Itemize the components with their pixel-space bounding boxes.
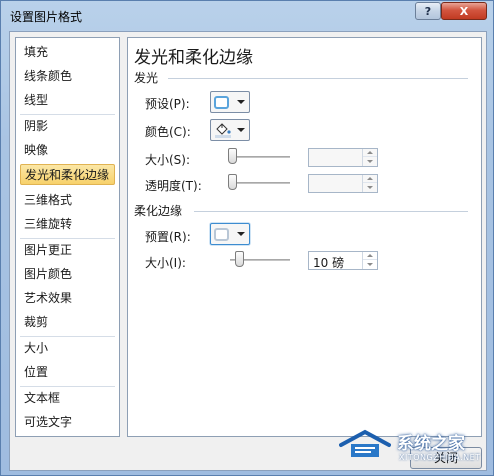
glow-size-label: 大小(S): bbox=[145, 153, 191, 167]
spin-up-button[interactable] bbox=[363, 252, 377, 260]
soft-edges-section-heading: 柔化边缘 bbox=[134, 204, 183, 218]
glow-preset-label: 预设(P): bbox=[145, 97, 190, 111]
format-picture-dialog: 设置图片格式 ? X 填充 线条颜色 线型 阴影 映像 发光和柔化边缘 三维格式… bbox=[0, 0, 494, 476]
dialog-client-area: 填充 线条颜色 线型 阴影 映像 发光和柔化边缘 三维格式 三维旋转 图片更正 … bbox=[9, 31, 487, 471]
spin-up-button[interactable] bbox=[363, 149, 377, 157]
arrow-down-icon bbox=[367, 262, 373, 266]
nav-divider bbox=[20, 336, 115, 337]
spin-down-button[interactable] bbox=[363, 183, 377, 191]
spin-buttons bbox=[362, 149, 377, 166]
glow-size-slider-handle[interactable] bbox=[228, 148, 237, 164]
site-watermark: 系统之家 XITONGZHIJIA.NET bbox=[331, 421, 491, 473]
nav-divider bbox=[20, 238, 115, 239]
soft-edges-size-spinbox[interactable]: 10 磅 bbox=[308, 251, 378, 270]
glow-transparency-slider-track[interactable] bbox=[230, 182, 290, 184]
glow-size-spinbox[interactable] bbox=[308, 148, 378, 167]
paint-bucket-icon bbox=[215, 123, 231, 138]
nav-item-position[interactable]: 位置 bbox=[20, 362, 115, 383]
watermark-url: XITONGZHIJIA.NET bbox=[399, 453, 481, 462]
nav-item-3d-format[interactable]: 三维格式 bbox=[20, 190, 115, 211]
category-list: 填充 线条颜色 线型 阴影 映像 发光和柔化边缘 三维格式 三维旋转 图片更正 … bbox=[15, 37, 120, 437]
watermark-name: 系统之家 bbox=[397, 434, 465, 454]
spin-down-button[interactable] bbox=[363, 260, 377, 268]
panel-title: 发光和柔化边缘 bbox=[134, 48, 253, 68]
glow-transparency-slider-handle[interactable] bbox=[228, 174, 237, 190]
window-title: 设置图片格式 bbox=[10, 10, 83, 24]
settings-panel: 发光和柔化边缘 发光 预设(P): 颜色(C): 大小(S): 透明度(T): … bbox=[127, 37, 482, 437]
arrow-up-icon bbox=[367, 177, 373, 180]
soft-edges-preset-picker[interactable] bbox=[210, 223, 250, 245]
nav-item-shadow[interactable]: 阴影 bbox=[20, 116, 115, 137]
spin-buttons bbox=[362, 252, 377, 269]
glow-section-heading: 发光 bbox=[134, 71, 159, 85]
arrow-down-icon bbox=[367, 185, 373, 189]
nav-item-size[interactable]: 大小 bbox=[20, 338, 115, 359]
nav-item-fill[interactable]: 填充 bbox=[20, 42, 115, 63]
spin-down-button[interactable] bbox=[363, 157, 377, 165]
nav-item-alt-text[interactable]: 可选文字 bbox=[20, 412, 115, 433]
nav-item-glow-soft-edges[interactable]: 发光和柔化边缘 bbox=[20, 164, 115, 185]
nav-item-line-style[interactable]: 线型 bbox=[20, 90, 115, 111]
section-divider bbox=[194, 211, 468, 212]
close-window-button[interactable]: X bbox=[441, 2, 487, 20]
close-icon: X bbox=[459, 4, 469, 18]
soft-edges-size-slider-handle[interactable] bbox=[235, 251, 244, 267]
soft-edges-size-label: 大小(I): bbox=[145, 256, 186, 270]
nav-item-reflection[interactable]: 映像 bbox=[20, 140, 115, 161]
nav-item-line-color[interactable]: 线条颜色 bbox=[20, 66, 115, 87]
glow-size-slider-track[interactable] bbox=[230, 156, 290, 158]
soft-edges-preset-swatch-icon bbox=[214, 227, 229, 241]
spin-up-button[interactable] bbox=[363, 175, 377, 183]
nav-divider bbox=[20, 386, 115, 387]
help-icon: ? bbox=[424, 4, 432, 18]
soft-edges-size-value: 10 磅 bbox=[313, 256, 345, 270]
nav-item-text-box[interactable]: 文本框 bbox=[20, 388, 115, 409]
section-divider bbox=[168, 78, 468, 79]
arrow-down-icon bbox=[367, 159, 373, 163]
glow-transparency-label: 透明度(T): bbox=[145, 179, 202, 193]
nav-item-artistic-effects[interactable]: 艺术效果 bbox=[20, 288, 115, 309]
house-logo-icon bbox=[339, 429, 391, 457]
chevron-down-icon bbox=[237, 232, 245, 236]
title-bar[interactable]: 设置图片格式 ? X bbox=[1, 1, 493, 31]
glow-color-label: 颜色(C): bbox=[145, 125, 191, 139]
glow-color-picker[interactable] bbox=[210, 119, 250, 141]
nav-item-picture-corrections[interactable]: 图片更正 bbox=[20, 240, 115, 261]
chevron-down-icon bbox=[237, 100, 245, 104]
nav-item-picture-color[interactable]: 图片颜色 bbox=[20, 264, 115, 285]
glow-preset-picker[interactable] bbox=[210, 91, 250, 113]
arrow-up-icon bbox=[367, 151, 373, 154]
nav-item-crop[interactable]: 裁剪 bbox=[20, 312, 115, 333]
arrow-up-icon bbox=[367, 254, 373, 257]
nav-divider bbox=[20, 114, 115, 115]
spin-buttons bbox=[362, 175, 377, 192]
help-button[interactable]: ? bbox=[415, 2, 441, 20]
glow-preset-swatch-icon bbox=[214, 95, 229, 109]
chevron-down-icon bbox=[237, 128, 245, 132]
glow-transparency-spinbox[interactable] bbox=[308, 174, 378, 193]
nav-item-3d-rotation[interactable]: 三维旋转 bbox=[20, 214, 115, 235]
soft-edges-preset-label: 预置(R): bbox=[145, 230, 191, 244]
